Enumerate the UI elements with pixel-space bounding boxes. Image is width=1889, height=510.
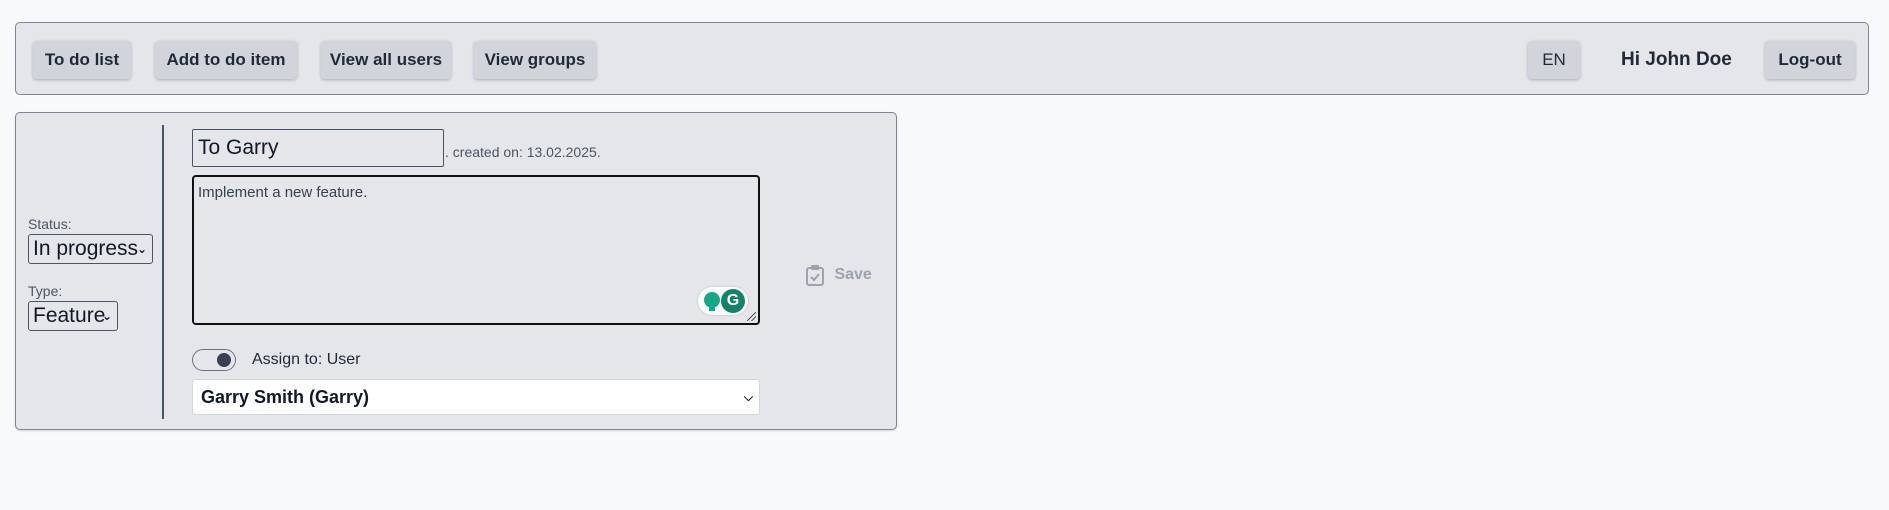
chevron-down-icon: ⌄	[101, 309, 112, 323]
clipboard-check-icon	[806, 264, 824, 286]
save-label: Save	[834, 266, 872, 283]
chevron-down-icon: ⌵	[743, 390, 753, 404]
save-button[interactable]: Save	[806, 261, 872, 289]
todo-list-button[interactable]: To do list	[33, 41, 131, 79]
todo-item-card: Status: In progress ⌄ Type: Feature ⌄ To…	[15, 112, 897, 430]
resize-handle[interactable]	[747, 312, 756, 321]
assign-label: Assign to: User	[252, 351, 361, 368]
status-select[interactable]: In progress ⌄	[28, 234, 153, 264]
lightbulb-icon[interactable]	[704, 292, 720, 311]
description-text: Implement a new feature.	[198, 184, 368, 201]
add-todo-button[interactable]: Add to do item	[155, 41, 297, 79]
chevron-down-icon: ⌄	[136, 242, 147, 256]
top-navbar: To do list Add to do item View all users…	[15, 22, 1869, 95]
assignee-select[interactable]: Garry Smith (Garry) ⌵	[192, 379, 760, 415]
user-greeting: Hi John Doe	[1621, 49, 1732, 70]
toggle-knob	[217, 353, 231, 367]
grammarly-icon[interactable]: G	[721, 289, 745, 313]
logout-button[interactable]: Log-out	[1765, 41, 1855, 79]
description-textarea[interactable]: Implement a new feature. G	[192, 175, 760, 325]
title-input[interactable]: To Garry	[192, 129, 444, 167]
type-select[interactable]: Feature ⌄	[28, 301, 118, 331]
type-value: Feature	[33, 304, 106, 327]
view-groups-button[interactable]: View groups	[474, 41, 596, 79]
vertical-divider	[162, 125, 164, 419]
status-label: Status:	[28, 216, 72, 232]
grammarly-widget[interactable]: G	[698, 287, 748, 315]
status-value: In progress	[33, 237, 139, 260]
view-all-users-button[interactable]: View all users	[321, 41, 451, 79]
assign-toggle[interactable]	[192, 349, 236, 371]
type-label: Type:	[28, 283, 63, 299]
language-button[interactable]: EN	[1528, 41, 1580, 79]
created-date: . created on: 13.02.2025.	[445, 144, 601, 160]
assignee-value: Garry Smith (Garry)	[201, 387, 370, 407]
